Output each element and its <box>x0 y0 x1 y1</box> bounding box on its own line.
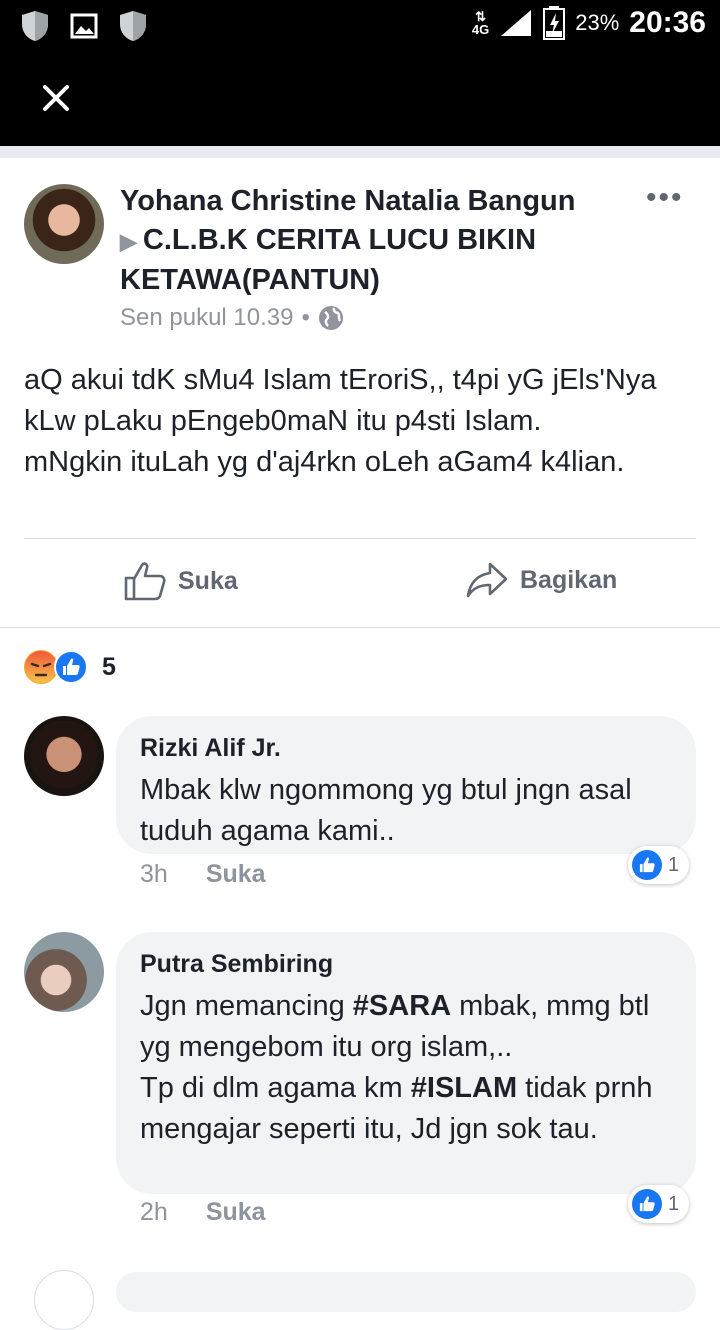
battery-percent: 23% <box>575 10 620 35</box>
like-count: 1 <box>668 1192 680 1215</box>
commenter-avatar[interactable] <box>24 932 104 1012</box>
globe-icon <box>318 306 343 330</box>
dot-separator: • <box>301 304 310 331</box>
share-icon <box>466 562 508 598</box>
shield-icon <box>120 11 146 41</box>
post-meta: Sen pukul 10.39 • <box>120 304 344 332</box>
post-header: Yohana Christine Natalia Bangun ▶ C.L.B.K… <box>120 182 620 300</box>
comment-time: 3h <box>140 860 168 888</box>
share-label: Bagikan <box>520 565 618 594</box>
arrow-right-icon: ▶ <box>120 229 137 254</box>
commenter-avatar[interactable] <box>34 1270 94 1330</box>
comment-bubble[interactable] <box>116 1272 696 1312</box>
top-bar <box>0 52 720 146</box>
share-button[interactable]: Bagikan <box>466 561 617 599</box>
shield-icon <box>22 11 48 41</box>
angry-reaction-icon <box>24 650 58 684</box>
like-label: Suka <box>178 566 238 595</box>
reaction-count: 5 <box>102 652 116 681</box>
like-count: 1 <box>668 853 680 876</box>
commenter-name[interactable]: Putra Sembiring <box>140 948 672 980</box>
comment-like-button[interactable]: Suka <box>206 1198 266 1227</box>
commenter-name[interactable]: Rizki Alif Jr. <box>140 732 672 764</box>
comment-bubble[interactable]: Rizki Alif Jr. Mbak klw ngommong yg btul… <box>116 716 696 854</box>
comment-bubble[interactable]: Putra Sembiring Jgn memancing #SARA mbak… <box>116 932 696 1194</box>
comment-text: Jgn memancing #SARA mbak, mmg btl yg men… <box>140 990 653 1145</box>
comment-time: 2h <box>140 1198 168 1226</box>
close-button[interactable] <box>34 76 78 120</box>
post-timestamp[interactable]: Sen pukul 10.39 <box>120 304 293 332</box>
like-reaction-icon <box>632 1189 662 1219</box>
clock: 20:36 <box>629 6 706 39</box>
comment-like-count[interactable]: 1 <box>628 846 690 884</box>
author-avatar[interactable] <box>24 184 104 264</box>
signal-icon <box>501 10 532 36</box>
battery-icon <box>543 6 566 40</box>
group-name[interactable]: C.L.B.K CERITA LUCU BIKIN KETAWA(PANTUN) <box>120 224 536 296</box>
comment-like-count[interactable]: 1 <box>628 1185 690 1223</box>
comment-text: Mbak klw ngommong yg btul jngn asal tudu… <box>140 774 632 847</box>
network-type: ⇅ 4G <box>471 9 490 37</box>
post-body: aQ akui tdK sMu4 Islam tEroriS,, t4pi yG… <box>24 364 657 478</box>
commenter-avatar[interactable] <box>24 716 104 796</box>
divider-strip <box>0 146 720 158</box>
like-reaction-icon <box>632 850 662 880</box>
hashtag-link[interactable]: #ISLAM <box>411 1072 517 1104</box>
divider <box>0 627 720 628</box>
like-button[interactable]: Suka <box>124 561 238 601</box>
thumbs-up-icon <box>124 562 166 601</box>
post-actions: Suka Bagikan <box>0 539 720 627</box>
author-name[interactable]: Yohana Christine Natalia Bangun <box>120 185 575 217</box>
comment-like-button[interactable]: Suka <box>206 860 266 889</box>
comment-meta: 3h Suka <box>140 860 266 889</box>
image-icon <box>70 13 98 39</box>
more-options-icon[interactable]: ••• <box>646 183 684 213</box>
reaction-summary[interactable]: 5 <box>24 650 116 684</box>
comment-meta: 2h Suka <box>140 1198 266 1227</box>
status-bar: ⇅ 4G 23% 20:36 <box>0 0 720 52</box>
hashtag-link[interactable]: #SARA <box>353 990 451 1022</box>
like-reaction-icon <box>54 650 88 684</box>
close-icon <box>43 85 69 111</box>
